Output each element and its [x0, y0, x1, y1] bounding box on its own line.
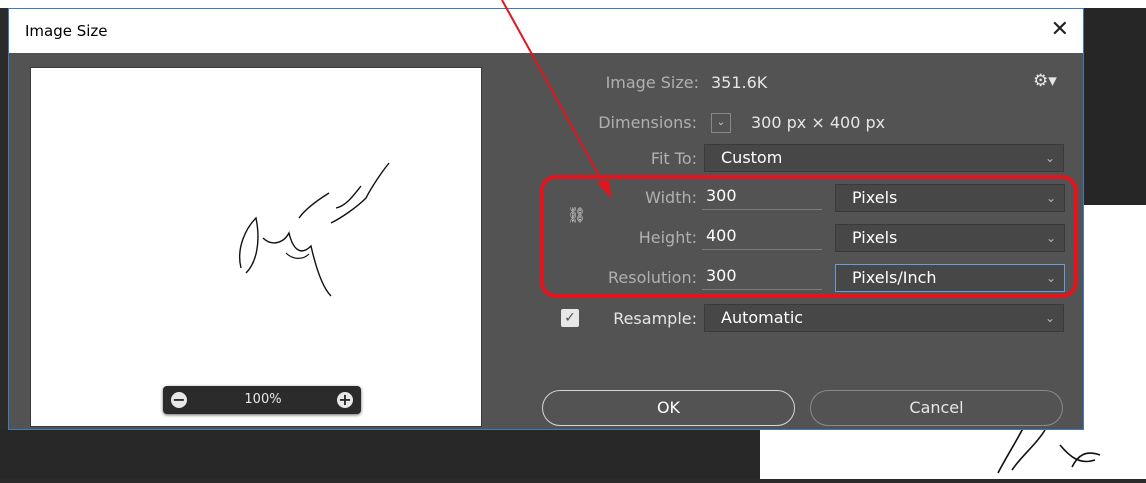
annotation-arrow [501, 0, 612, 199]
